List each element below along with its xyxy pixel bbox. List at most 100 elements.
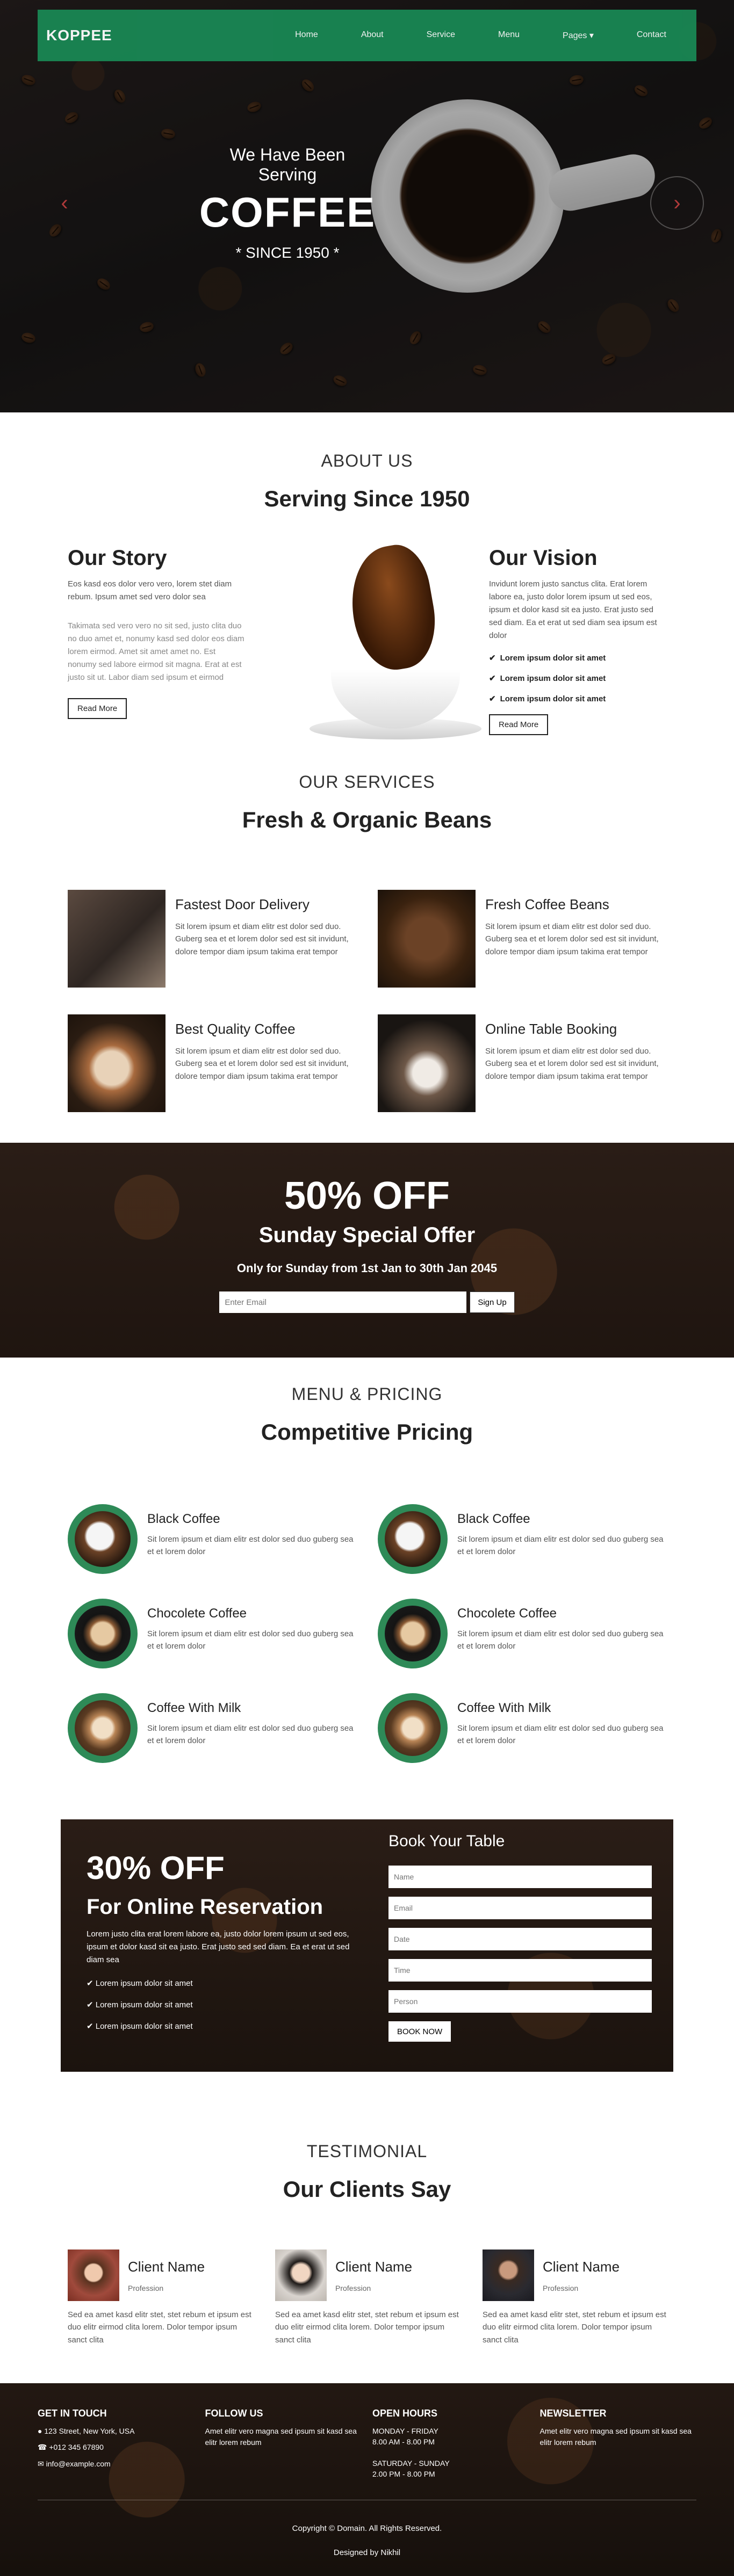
footer-heading: NEWSLETTER <box>539 2408 607 2419</box>
vision-text: Invidunt lorem justo sanctus clita. Erat… <box>489 579 657 640</box>
date-field[interactable] <box>388 1928 652 1950</box>
reservation-list-item: ✔ Lorem ipsum dolor sit amet <box>87 1979 193 1988</box>
about-kicker: ABOUT US <box>321 451 413 470</box>
testimonial-kicker: TESTIMONIAL <box>306 2142 428 2161</box>
nav-contact[interactable]: Contact <box>615 30 688 41</box>
testimonial-card: Client Name Profession Sed ea amet kasd e… <box>483 2250 666 2346</box>
service-item: Fastest Door Delivery Sit lorem ipsum et … <box>68 890 356 988</box>
nav-pages-dropdown[interactable]: Pages ▾ <box>541 30 615 41</box>
name-field[interactable] <box>388 1866 652 1888</box>
testimonial-text: Sed ea amet kasd elitr stet, stet rebum … <box>275 2310 459 2345</box>
about-title: Serving Since 1950 <box>264 486 470 511</box>
chevron-right-icon: › <box>673 191 681 215</box>
service-text: Sit lorem ipsum et diam elitr est dolor … <box>485 922 659 956</box>
service-image <box>68 890 165 988</box>
service-item: Best Quality Coffee Sit lorem ipsum et di… <box>68 1014 356 1112</box>
service-title: Online Table Booking <box>485 1021 617 1037</box>
hours-value: 8.00 AM - 8.00 PM <box>372 2437 435 2446</box>
offer-dates: Only for Sunday from 1st Jan to 30th Jan… <box>236 1261 498 1275</box>
menu-item: Black Coffee Sit lorem ipsum et diam elit… <box>68 1504 356 1574</box>
menu-title: Competitive Pricing <box>261 1419 473 1445</box>
brand-logo[interactable]: KOPPEE <box>46 27 112 44</box>
booking-form: Book Your Table BOOK NOW <box>388 1819 673 2073</box>
nav-menu: Home About Service Menu Pages ▾ Contact <box>274 30 688 41</box>
email-field[interactable] <box>219 1291 467 1313</box>
book-now-button[interactable]: BOOK NOW <box>388 2021 451 2042</box>
footer-text: Amet elitr vero magna sed ipsum sit kasd… <box>539 2427 692 2447</box>
footer-contact: GET IN TOUCH ● 123 Street, New York, USA… <box>38 2408 195 2478</box>
client-profession: Profession <box>335 2283 371 2292</box>
services-kicker: OUR SERVICES <box>299 772 435 792</box>
menu-item-name: Coffee With Milk <box>147 1701 241 1715</box>
check-icon: ✔ <box>489 694 496 703</box>
nav-home[interactable]: Home <box>274 30 340 41</box>
hero-title: COFFEE <box>199 188 376 236</box>
avatar <box>275 2250 327 2301</box>
booking-form-title: Book Your Table <box>388 1832 505 1850</box>
service-item: Online Table Booking Sit lorem ipsum et d… <box>378 1014 666 1112</box>
time-field[interactable] <box>388 1959 652 1982</box>
story-text: Eos kasd eos dolor vero vero, lorem stet… <box>68 579 232 601</box>
copyright: Copyright © Domain. All Rights Reserved. <box>292 2524 442 2533</box>
offer-section: 50% OFF Sunday Special Offer Only for Su… <box>0 1143 734 1358</box>
reservation-section: 30% OFF For Online Reservation Lorem jus… <box>0 1803 734 2142</box>
menu-item: Black Coffee Sit lorem ipsum et diam elit… <box>378 1504 666 1574</box>
menu-item-name: Chocolete Coffee <box>147 1606 247 1621</box>
person-field[interactable] <box>388 1990 652 2013</box>
service-text: Sit lorem ipsum et diam elitr est dolor … <box>175 1047 349 1081</box>
reservation-text: Lorem justo clita erat lorem labore ea, … <box>87 1929 350 1964</box>
reservation-title: For Online Reservation <box>87 1895 323 1919</box>
footer-text: Amet elitr vero magna sed ipsum sit kasd… <box>205 2427 357 2447</box>
hero-since: * SINCE 1950 * <box>235 244 340 261</box>
reservation-offer: 30% OFF For Online Reservation Lorem jus… <box>61 1819 388 2073</box>
menu-section: MENU & PRICING Competitive Pricing Black… <box>0 1358 734 1803</box>
menu-item-image <box>378 1599 448 1668</box>
menu-item: Chocolete Coffee Sit lorem ipsum et diam … <box>68 1599 356 1668</box>
carousel-prev-button[interactable]: ‹ <box>38 176 91 230</box>
nav-service[interactable]: Service <box>405 30 477 41</box>
testimonial-card: Client Name Profession Sed ea amet kasd e… <box>275 2250 459 2346</box>
sign-up-button[interactable]: Sign Up <box>470 1291 515 1313</box>
menu-item-name: Black Coffee <box>147 1512 220 1526</box>
service-item: Fresh Coffee Beans Sit lorem ipsum et dia… <box>378 890 666 988</box>
menu-item-image <box>68 1693 138 1763</box>
testimonial-section: TESTIMONIAL Our Clients Say Client Name P… <box>0 2142 734 2383</box>
our-story: Our Story Eos kasd eos dolor vero vero, … <box>68 546 245 739</box>
footer-email[interactable]: ✉ info@example.com <box>38 2459 195 2469</box>
footer-heading: OPEN HOURS <box>372 2408 438 2419</box>
nav-about[interactable]: About <box>340 30 405 41</box>
testimonial-text: Sed ea amet kasd elitr stet, stet rebum … <box>68 2310 251 2345</box>
reservation-list-item: ✔ Lorem ipsum dolor sit amet <box>87 2022 193 2031</box>
offer-percent: 50% OFF <box>284 1174 450 1217</box>
vision-read-more-button[interactable]: Read More <box>489 714 549 735</box>
story-read-more-button[interactable]: Read More <box>68 698 127 719</box>
footer-heading: FOLLOW US <box>205 2408 263 2419</box>
hero-caption: We Have Been Serving COFFEE * SINCE 1950… <box>199 145 376 262</box>
menu-item-text: Sit lorem ipsum et diam elitr est dolor … <box>147 1535 354 1557</box>
service-text: Sit lorem ipsum et diam elitr est dolor … <box>485 1047 659 1081</box>
testimonial-card: Client Name Profession Sed ea amet kasd e… <box>68 2250 251 2346</box>
footer-newsletter: NEWSLETTER Amet elitr vero magna sed ips… <box>540 2408 697 2478</box>
menu-item-name: Coffee With Milk <box>457 1701 551 1715</box>
service-image <box>378 1014 476 1112</box>
footer-address: ● 123 Street, New York, USA <box>38 2427 135 2435</box>
menu-item-text: Sit lorem ipsum et diam elitr est dolor … <box>147 1724 354 1746</box>
client-profession: Profession <box>543 2283 579 2292</box>
reservation-list-item: ✔ Lorem ipsum dolor sit amet <box>87 2000 193 2009</box>
testimonial-title: Our Clients Say <box>283 2176 451 2202</box>
menu-item-name: Black Coffee <box>457 1512 530 1526</box>
hours-label: SATURDAY - SUNDAY <box>372 2459 450 2468</box>
vision-title: Our Vision <box>489 546 598 570</box>
reservation-percent: 30% OFF <box>87 1850 225 1886</box>
menu-item-image <box>68 1504 138 1574</box>
menu-item-image <box>378 1504 448 1574</box>
services-section: OUR SERVICES Fresh & Organic Beans Faste… <box>0 772 734 1143</box>
nav-menu-link[interactable]: Menu <box>477 30 541 41</box>
story-title: Our Story <box>68 546 167 570</box>
email-field[interactable] <box>388 1897 652 1919</box>
footer-follow: FOLLOW US Amet elitr vero magna sed ipsu… <box>205 2408 362 2478</box>
carousel-next-button[interactable]: › <box>650 176 704 230</box>
service-image <box>378 890 476 988</box>
menu-item: Chocolete Coffee Sit lorem ipsum et diam … <box>378 1599 666 1668</box>
client-profession: Profession <box>128 2283 164 2292</box>
